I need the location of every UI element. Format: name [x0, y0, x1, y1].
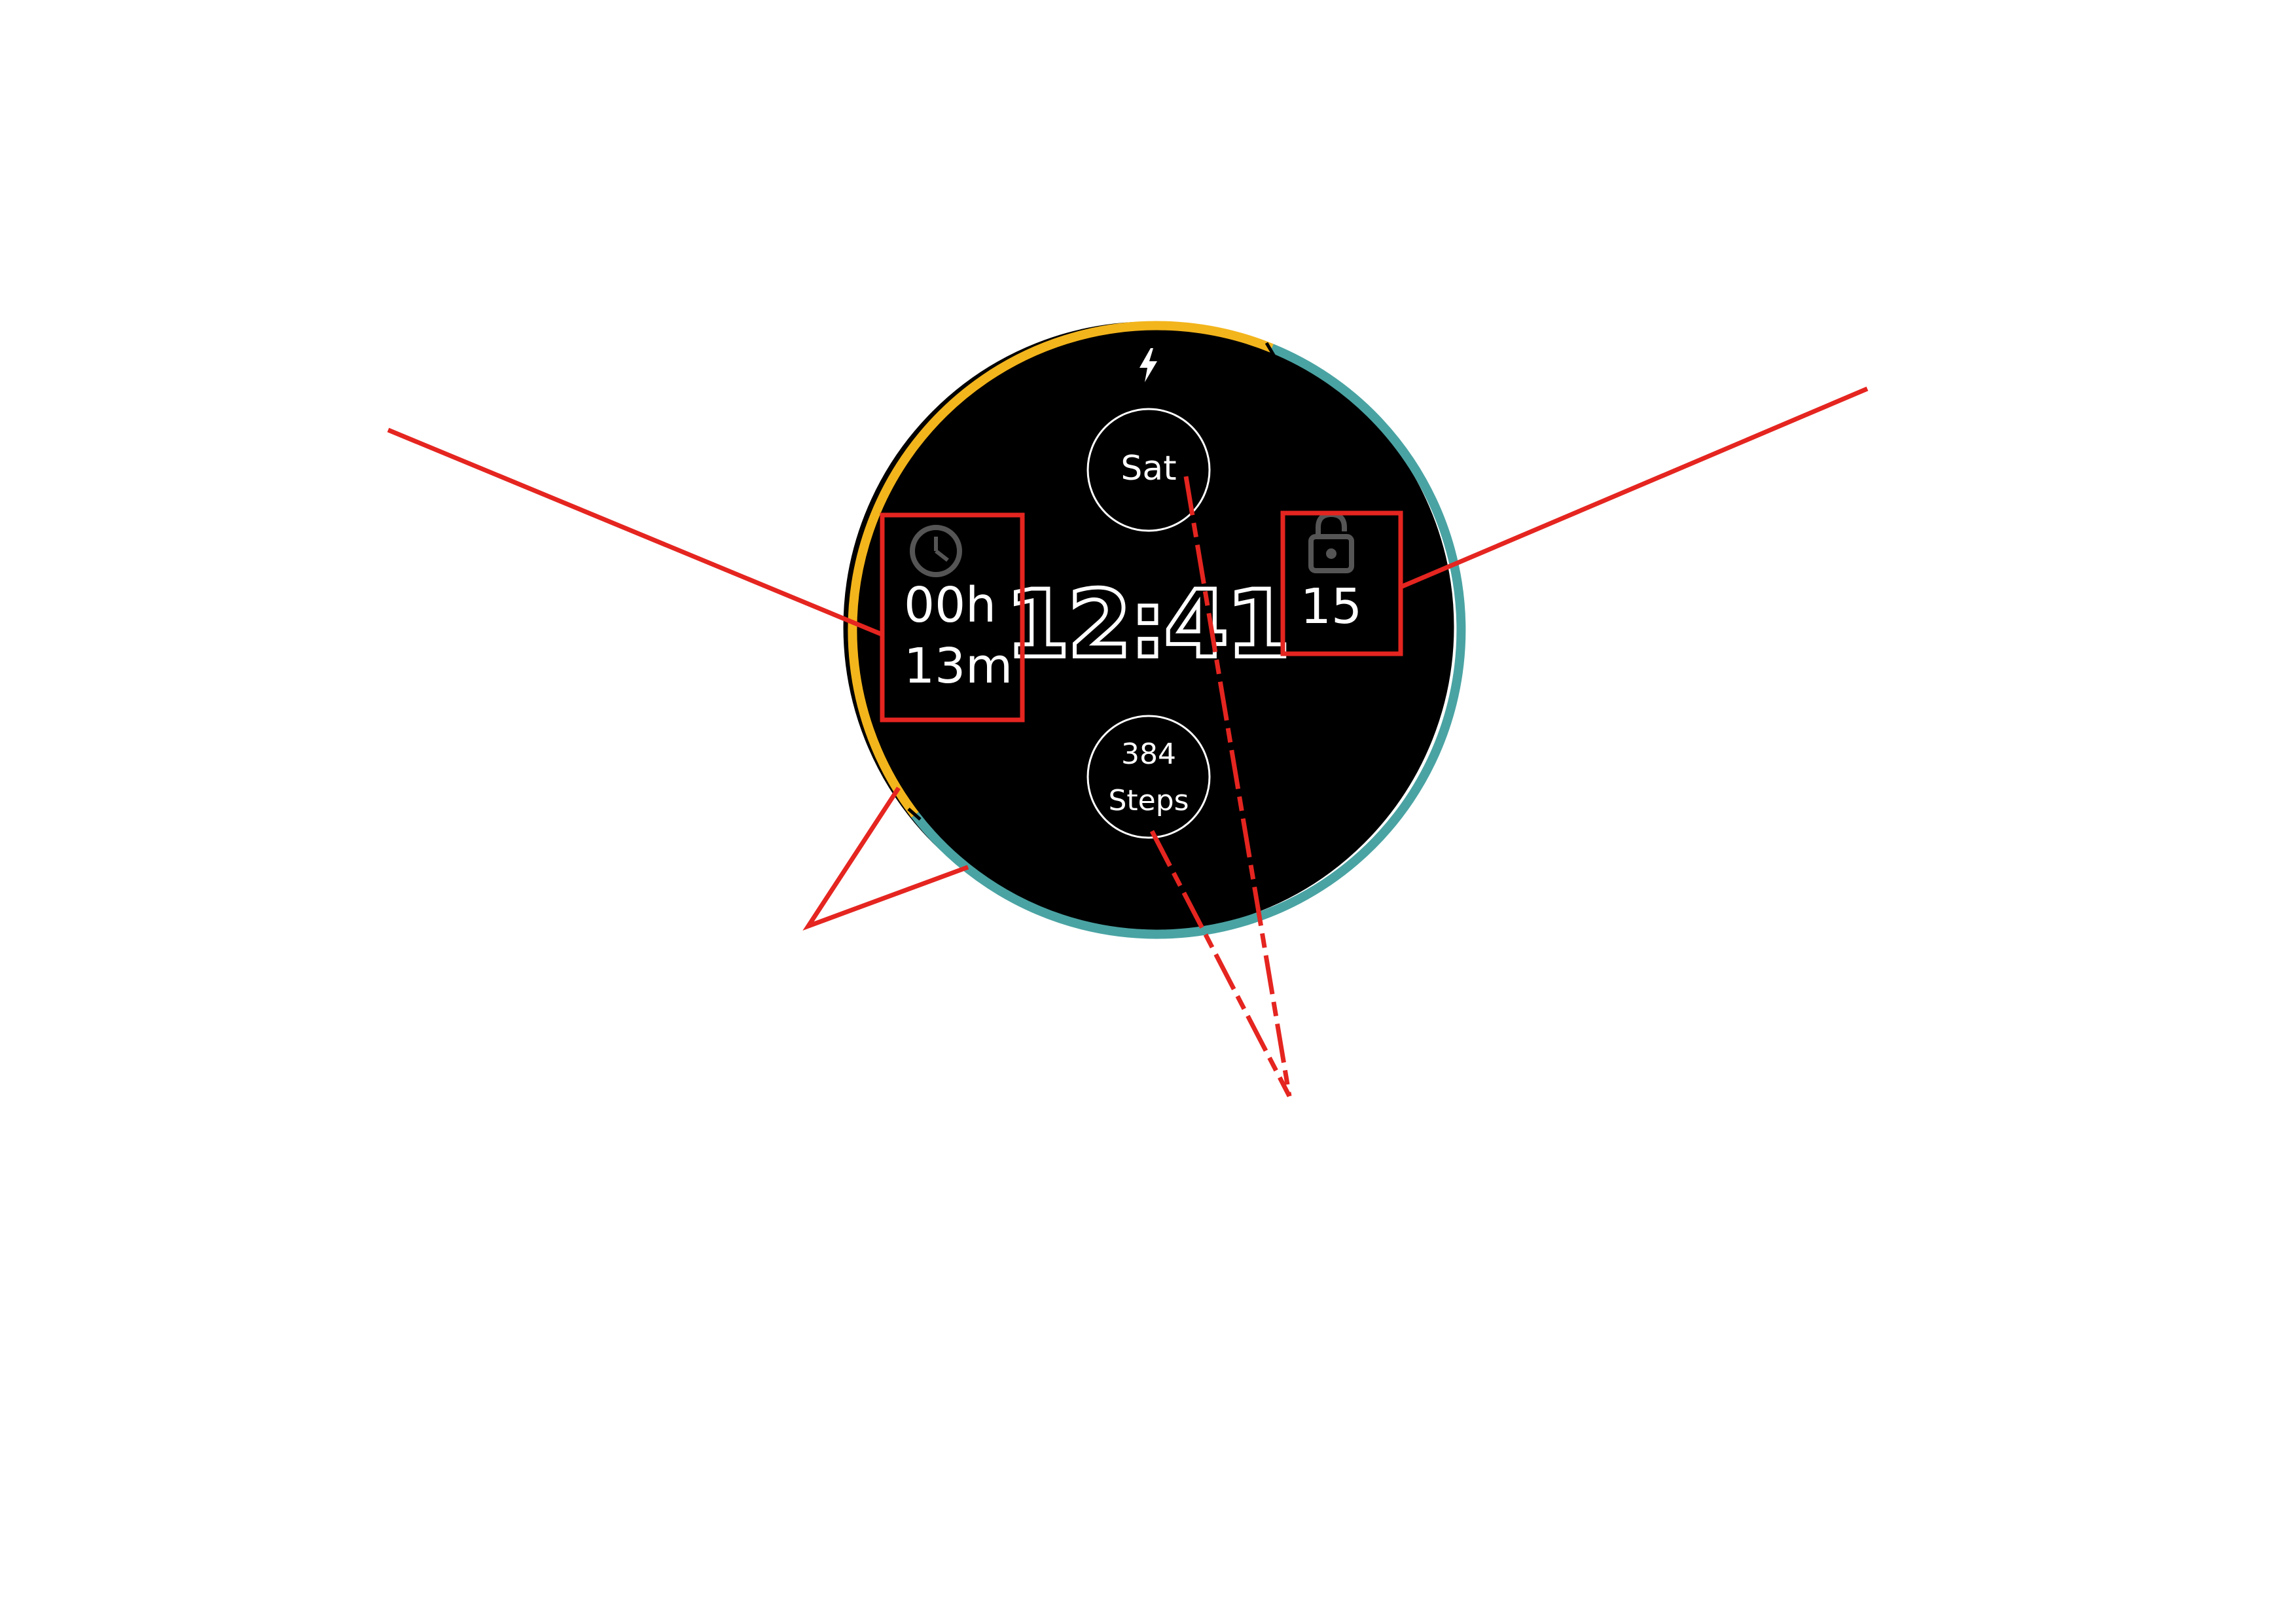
steps-complication-circle — [1086, 715, 1211, 839]
steps-value: 384 — [1121, 738, 1176, 771]
unlock-icon-keyhole — [1326, 548, 1336, 559]
annotation-line-timer — [387, 427, 884, 637]
watch-face: Sat 384 Steps 12:41 00h 13m 15 — [843, 321, 1466, 939]
steps-complication[interactable]: 384 Steps — [1086, 715, 1211, 839]
timer-minutes: 13m — [904, 638, 1013, 694]
steps-label: Steps — [1108, 784, 1189, 817]
annotation-line-unlock — [1399, 386, 1869, 590]
annotated-watch-face-screenshot: Sat 384 Steps 12:41 00h 13m 15 — [387, 321, 1869, 1097]
timer-hours: 00h — [904, 577, 996, 633]
time-display: 12:41 — [1005, 571, 1288, 679]
day-label: Sat — [1121, 449, 1176, 488]
unlock-value: 15 — [1300, 579, 1362, 635]
